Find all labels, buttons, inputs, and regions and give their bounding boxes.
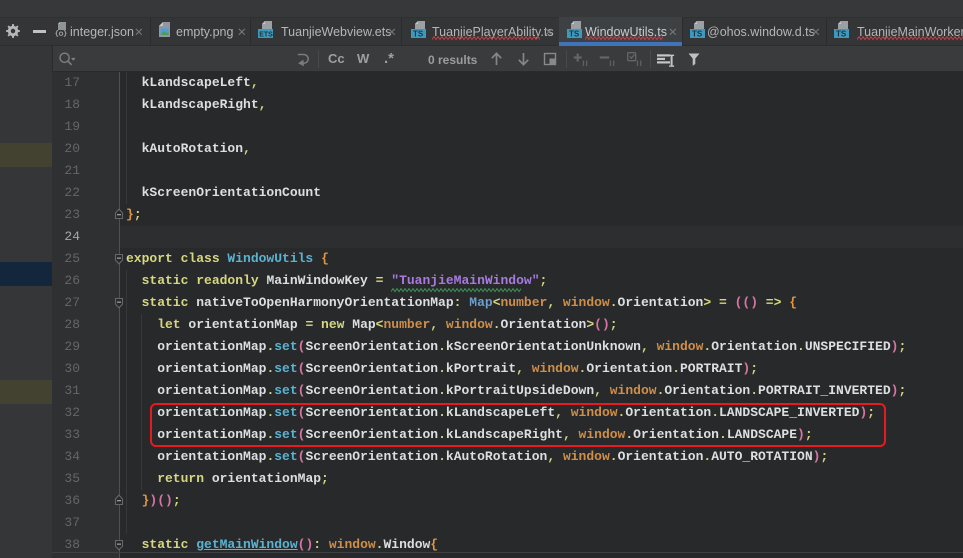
svg-text:TS: TS bbox=[569, 30, 580, 39]
